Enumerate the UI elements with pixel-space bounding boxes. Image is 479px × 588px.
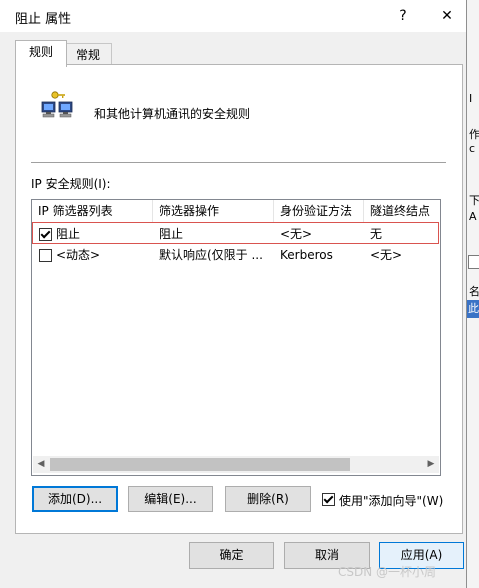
background-text-fragment: A: [469, 210, 477, 223]
table-cell: <无>: [370, 248, 403, 262]
column-header-filter-list[interactable]: IP 筛选器列表: [32, 200, 153, 222]
table-cell: <动态>: [56, 248, 101, 262]
title-bar: 阻止 属性 ? ✕: [0, 0, 466, 32]
rule-checkbox[interactable]: [39, 249, 52, 262]
table-cell: 无: [370, 227, 383, 241]
table-cell: <无>: [280, 227, 313, 241]
background-text-fragment: I: [469, 92, 473, 105]
add-button[interactable]: 添加(D)...: [32, 486, 118, 512]
table-cell: 默认响应(仅限于 ...: [159, 248, 263, 262]
table-cell: 阻止: [159, 227, 184, 241]
background-text-fragment: c: [469, 142, 476, 155]
rules-list[interactable]: IP 筛选器列表 筛选器操作 身份验证方法 隧道终结点 阻止 阻止 <无> 无 …: [31, 199, 441, 476]
help-button[interactable]: ?: [386, 3, 420, 29]
header-description: 和其他计算机通讯的安全规则: [94, 107, 251, 121]
tab-label: 常规: [75, 48, 100, 62]
scroll-right-icon[interactable]: ▶: [423, 456, 439, 473]
tab-rules[interactable]: 规则: [15, 40, 67, 67]
tab-general[interactable]: 常规: [64, 43, 112, 66]
use-wizard-label[interactable]: 使用"添加向导"(W): [339, 492, 443, 509]
close-button[interactable]: ✕: [430, 3, 464, 29]
use-wizard-checkbox[interactable]: [322, 493, 335, 506]
close-icon: ✕: [441, 8, 453, 24]
background-text-fragment: 下: [469, 194, 479, 207]
column-header-tunnel-endpoint[interactable]: 隧道终结点: [364, 200, 440, 222]
background-text-fragment: 名: [469, 285, 479, 298]
horizontal-scrollbar[interactable]: ◀ ▶: [33, 456, 439, 473]
scroll-left-icon[interactable]: ◀: [33, 456, 49, 473]
network-computers-icon: [40, 90, 76, 120]
column-header-auth-method[interactable]: 身份验证方法: [274, 200, 364, 222]
ok-button[interactable]: 确定: [189, 542, 274, 569]
column-header-filter-action[interactable]: 筛选器操作: [153, 200, 274, 222]
properties-dialog: 阻止 属性 ? ✕ 规则 常规 和其他计算机通讯的安全规则 IP 安全规则(I)…: [0, 0, 467, 588]
background-selected-item: 此: [467, 300, 479, 318]
separator: [31, 162, 446, 163]
tab-label: 规则: [28, 45, 53, 59]
rules-label: IP 安全规则(I):: [31, 177, 111, 191]
watermark: CSDN @一杯小周: [338, 565, 437, 579]
delete-button[interactable]: 删除(R): [225, 486, 311, 512]
background-checkbox: [468, 255, 479, 269]
edit-button[interactable]: 编辑(E)...: [128, 486, 213, 512]
table-cell: Kerberos: [280, 248, 333, 262]
scrollbar-thumb[interactable]: [50, 458, 350, 471]
table-cell: 阻止: [56, 227, 81, 241]
background-text-fragment: 作: [469, 128, 479, 141]
window-title: 阻止 属性: [15, 12, 72, 27]
rule-checkbox[interactable]: [39, 228, 52, 241]
